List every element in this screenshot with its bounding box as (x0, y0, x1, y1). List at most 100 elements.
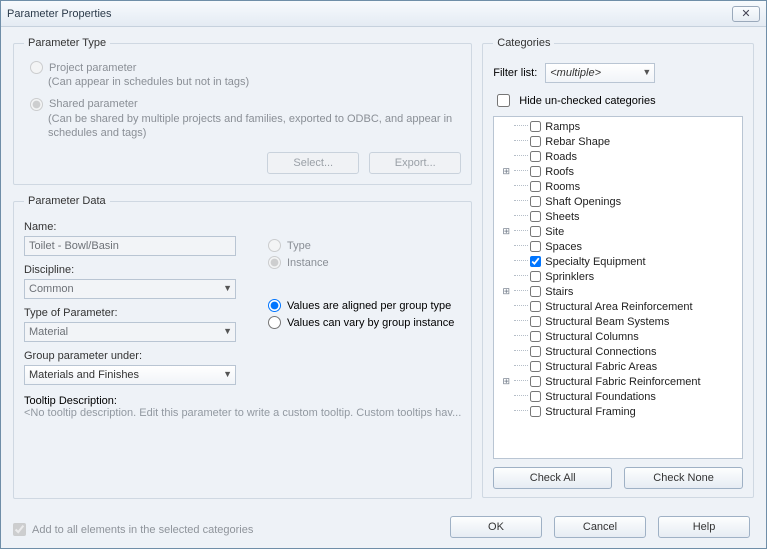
category-item[interactable]: Sheets (494, 209, 742, 224)
category-label: Shaft Openings (545, 196, 621, 208)
category-item[interactable]: Ramps (494, 119, 742, 134)
category-checkbox[interactable] (530, 271, 541, 282)
tree-connector (514, 140, 528, 141)
category-label: Structural Framing (545, 406, 635, 418)
select-button: Select... (267, 152, 359, 174)
name-input (24, 236, 236, 256)
window-title: Parameter Properties (7, 8, 732, 20)
left-column: Parameter Type Project parameter (Can ap… (13, 37, 472, 536)
category-checkbox[interactable] (530, 376, 541, 387)
expand-icon[interactable]: ⊞ (500, 226, 512, 237)
category-label: Structural Beam Systems (545, 316, 669, 328)
category-item[interactable]: Structural Fabric Areas (494, 359, 742, 374)
category-item[interactable]: Roads (494, 149, 742, 164)
category-checkbox[interactable] (530, 166, 541, 177)
instance-radio (268, 256, 281, 269)
tree-connector (514, 410, 528, 411)
category-label: Sprinklers (545, 271, 594, 283)
parameter-type-group: Parameter Type Project parameter (Can ap… (13, 37, 472, 185)
category-checkbox[interactable] (530, 331, 541, 342)
categories-legend: Categories (493, 37, 554, 49)
tree-connector (514, 380, 528, 381)
tree-connector (514, 245, 528, 246)
category-item[interactable]: Structural Area Reinforcement (494, 299, 742, 314)
category-checkbox[interactable] (530, 391, 541, 402)
group-parameter-under-combo[interactable] (24, 365, 236, 385)
expand-icon[interactable]: ⊞ (500, 166, 512, 177)
category-checkbox[interactable] (530, 226, 541, 237)
category-label: Sheets (545, 211, 579, 223)
category-item[interactable]: ⊞Site (494, 224, 742, 239)
category-item[interactable]: ⊞ Roofs (494, 164, 742, 179)
close-button[interactable]: ✕ (732, 6, 760, 22)
category-checkbox[interactable] (530, 211, 541, 222)
category-checkbox[interactable] (530, 286, 541, 297)
add-to-all-checkbox (13, 523, 26, 536)
category-checkbox[interactable] (530, 121, 541, 132)
tree-connector (514, 305, 528, 306)
category-checkbox[interactable] (530, 346, 541, 357)
category-item[interactable]: Structural Columns (494, 329, 742, 344)
values-aligned-radio[interactable] (268, 299, 281, 312)
parameter-data-legend: Parameter Data (24, 195, 110, 207)
titlebar: Parameter Properties ✕ (1, 1, 766, 27)
values-vary-radio[interactable] (268, 316, 281, 329)
help-button[interactable]: Help (658, 516, 750, 538)
hide-unchecked-checkbox[interactable] (497, 94, 510, 107)
category-item[interactable]: ⊞Structural Fabric Reinforcement (494, 374, 742, 389)
discipline-label: Discipline: (24, 264, 252, 276)
shared-parameter-radio (30, 98, 43, 111)
category-item[interactable]: ⊞Stairs (494, 284, 742, 299)
category-item[interactable]: Structural Framing (494, 404, 742, 419)
filter-list-label: Filter list: (493, 67, 537, 79)
category-checkbox[interactable] (530, 196, 541, 207)
expand-icon[interactable]: ⊞ (500, 286, 512, 297)
category-label: Structural Area Reinforcement (545, 301, 692, 313)
category-item[interactable]: Structural Foundations (494, 389, 742, 404)
category-checkbox[interactable] (530, 316, 541, 327)
category-checkbox[interactable] (530, 151, 541, 162)
tree-connector (514, 170, 528, 171)
check-none-button[interactable]: Check None (624, 467, 743, 489)
expand-icon[interactable]: ⊞ (500, 376, 512, 387)
tree-connector (514, 320, 528, 321)
ok-button[interactable]: OK (450, 516, 542, 538)
export-button: Export... (369, 152, 461, 174)
type-radio (268, 239, 281, 252)
category-checkbox[interactable] (530, 256, 541, 267)
category-label: Spaces (545, 241, 582, 253)
dialog-content: Parameter Type Project parameter (Can ap… (1, 27, 766, 548)
category-checkbox[interactable] (530, 406, 541, 417)
category-checkbox[interactable] (530, 301, 541, 312)
tree-connector (514, 290, 528, 291)
category-item[interactable]: Specialty Equipment (494, 254, 742, 269)
category-item[interactable]: Shaft Openings (494, 194, 742, 209)
categories-tree[interactable]: RampsRebar ShapeRoads ⊞ RoofsRooms Shaft Op… (493, 116, 743, 459)
category-item[interactable]: Spaces (494, 239, 742, 254)
name-label: Name: (24, 221, 252, 233)
tree-connector (514, 200, 528, 201)
category-item[interactable]: Structural Beam Systems (494, 314, 742, 329)
tree-connector (514, 365, 528, 366)
category-checkbox[interactable] (530, 241, 541, 252)
category-checkbox[interactable] (530, 361, 541, 372)
category-item[interactable]: Sprinklers (494, 269, 742, 284)
category-item[interactable]: Rooms (494, 179, 742, 194)
category-item[interactable]: Structural Connections (494, 344, 742, 359)
category-label: Structural Fabric Areas (545, 361, 657, 373)
tree-connector (514, 155, 528, 156)
category-label: Structural Connections (545, 346, 656, 358)
check-all-button[interactable]: Check All (493, 467, 612, 489)
type-of-parameter-label: Type of Parameter: (24, 307, 252, 319)
category-checkbox[interactable] (530, 136, 541, 147)
type-of-parameter-combo (24, 322, 236, 342)
category-label: Roofs (545, 166, 574, 178)
category-checkbox[interactable] (530, 181, 541, 192)
cancel-button[interactable]: Cancel (554, 516, 646, 538)
category-item[interactable]: Rebar Shape (494, 134, 742, 149)
right-column: Categories Filter list: ▼ Hide un-checke… (482, 37, 754, 536)
project-parameter-radio (30, 61, 43, 74)
categories-group: Categories Filter list: ▼ Hide un-checke… (482, 37, 754, 498)
add-to-all-label: Add to all elements in the selected cate… (32, 524, 253, 536)
filter-list-combo[interactable] (545, 63, 655, 83)
